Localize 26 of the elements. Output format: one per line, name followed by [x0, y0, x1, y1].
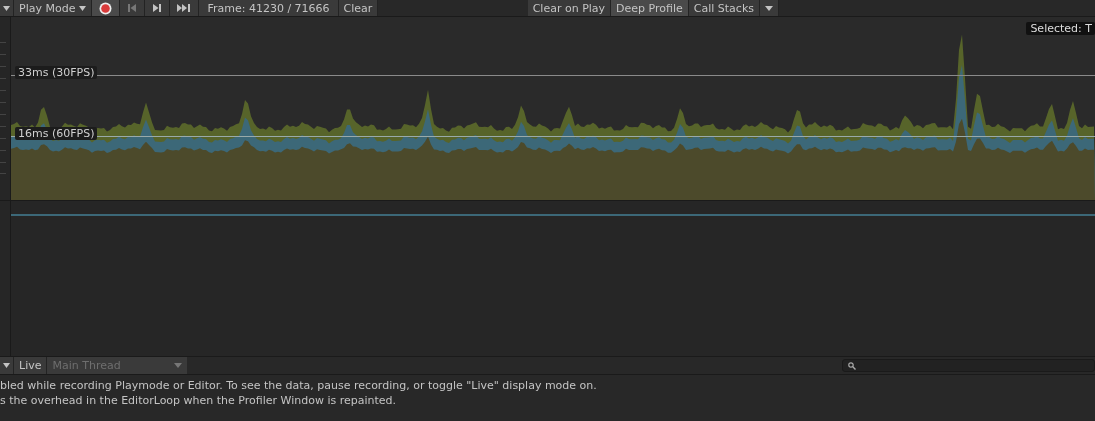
dropdown-caret-icon[interactable]: [0, 0, 14, 16]
next-frame-button[interactable]: [145, 0, 171, 16]
play-mode-dropdown[interactable]: Play Mode: [14, 0, 93, 16]
toggle-button[interactable]: Deep Profile: [611, 0, 689, 16]
caret-icon: [174, 363, 183, 368]
toggle-button[interactable]: Clear on Play: [527, 0, 612, 16]
dropdown-caret-icon[interactable]: [760, 0, 779, 16]
threshold-label: 33ms (30FPS): [15, 66, 98, 79]
frame-counter: Frame: 41230 / 71666: [199, 0, 339, 16]
last-frame-button[interactable]: [170, 0, 200, 16]
clear-button[interactable]: Clear: [338, 0, 379, 16]
status-message: s the overhead in the EditorLoop when the Profiler Window is repainted.: [0, 393, 398, 408]
search-icon: [848, 361, 856, 370]
selected-label: Selected: T: [1026, 22, 1095, 35]
skip-to-end-icon: [177, 3, 192, 13]
live-button[interactable]: Live: [14, 357, 48, 374]
threshold-label: 16ms (60FPS): [15, 127, 98, 140]
skip-back-icon: [127, 3, 138, 13]
search-field[interactable]: [842, 359, 1095, 372]
caret-icon: [79, 5, 87, 11]
record-button[interactable]: [92, 0, 121, 16]
status-message: bled while recording Playmode or Editor. To see the data, pause recording, or toggle "Live" display mode on.: [0, 378, 598, 393]
toggle-button[interactable]: Call Stacks: [688, 0, 760, 16]
skip-forward-icon: [152, 3, 163, 13]
previous-frame-button[interactable]: [120, 0, 146, 16]
dropdown-caret-icon[interactable]: [0, 357, 14, 374]
